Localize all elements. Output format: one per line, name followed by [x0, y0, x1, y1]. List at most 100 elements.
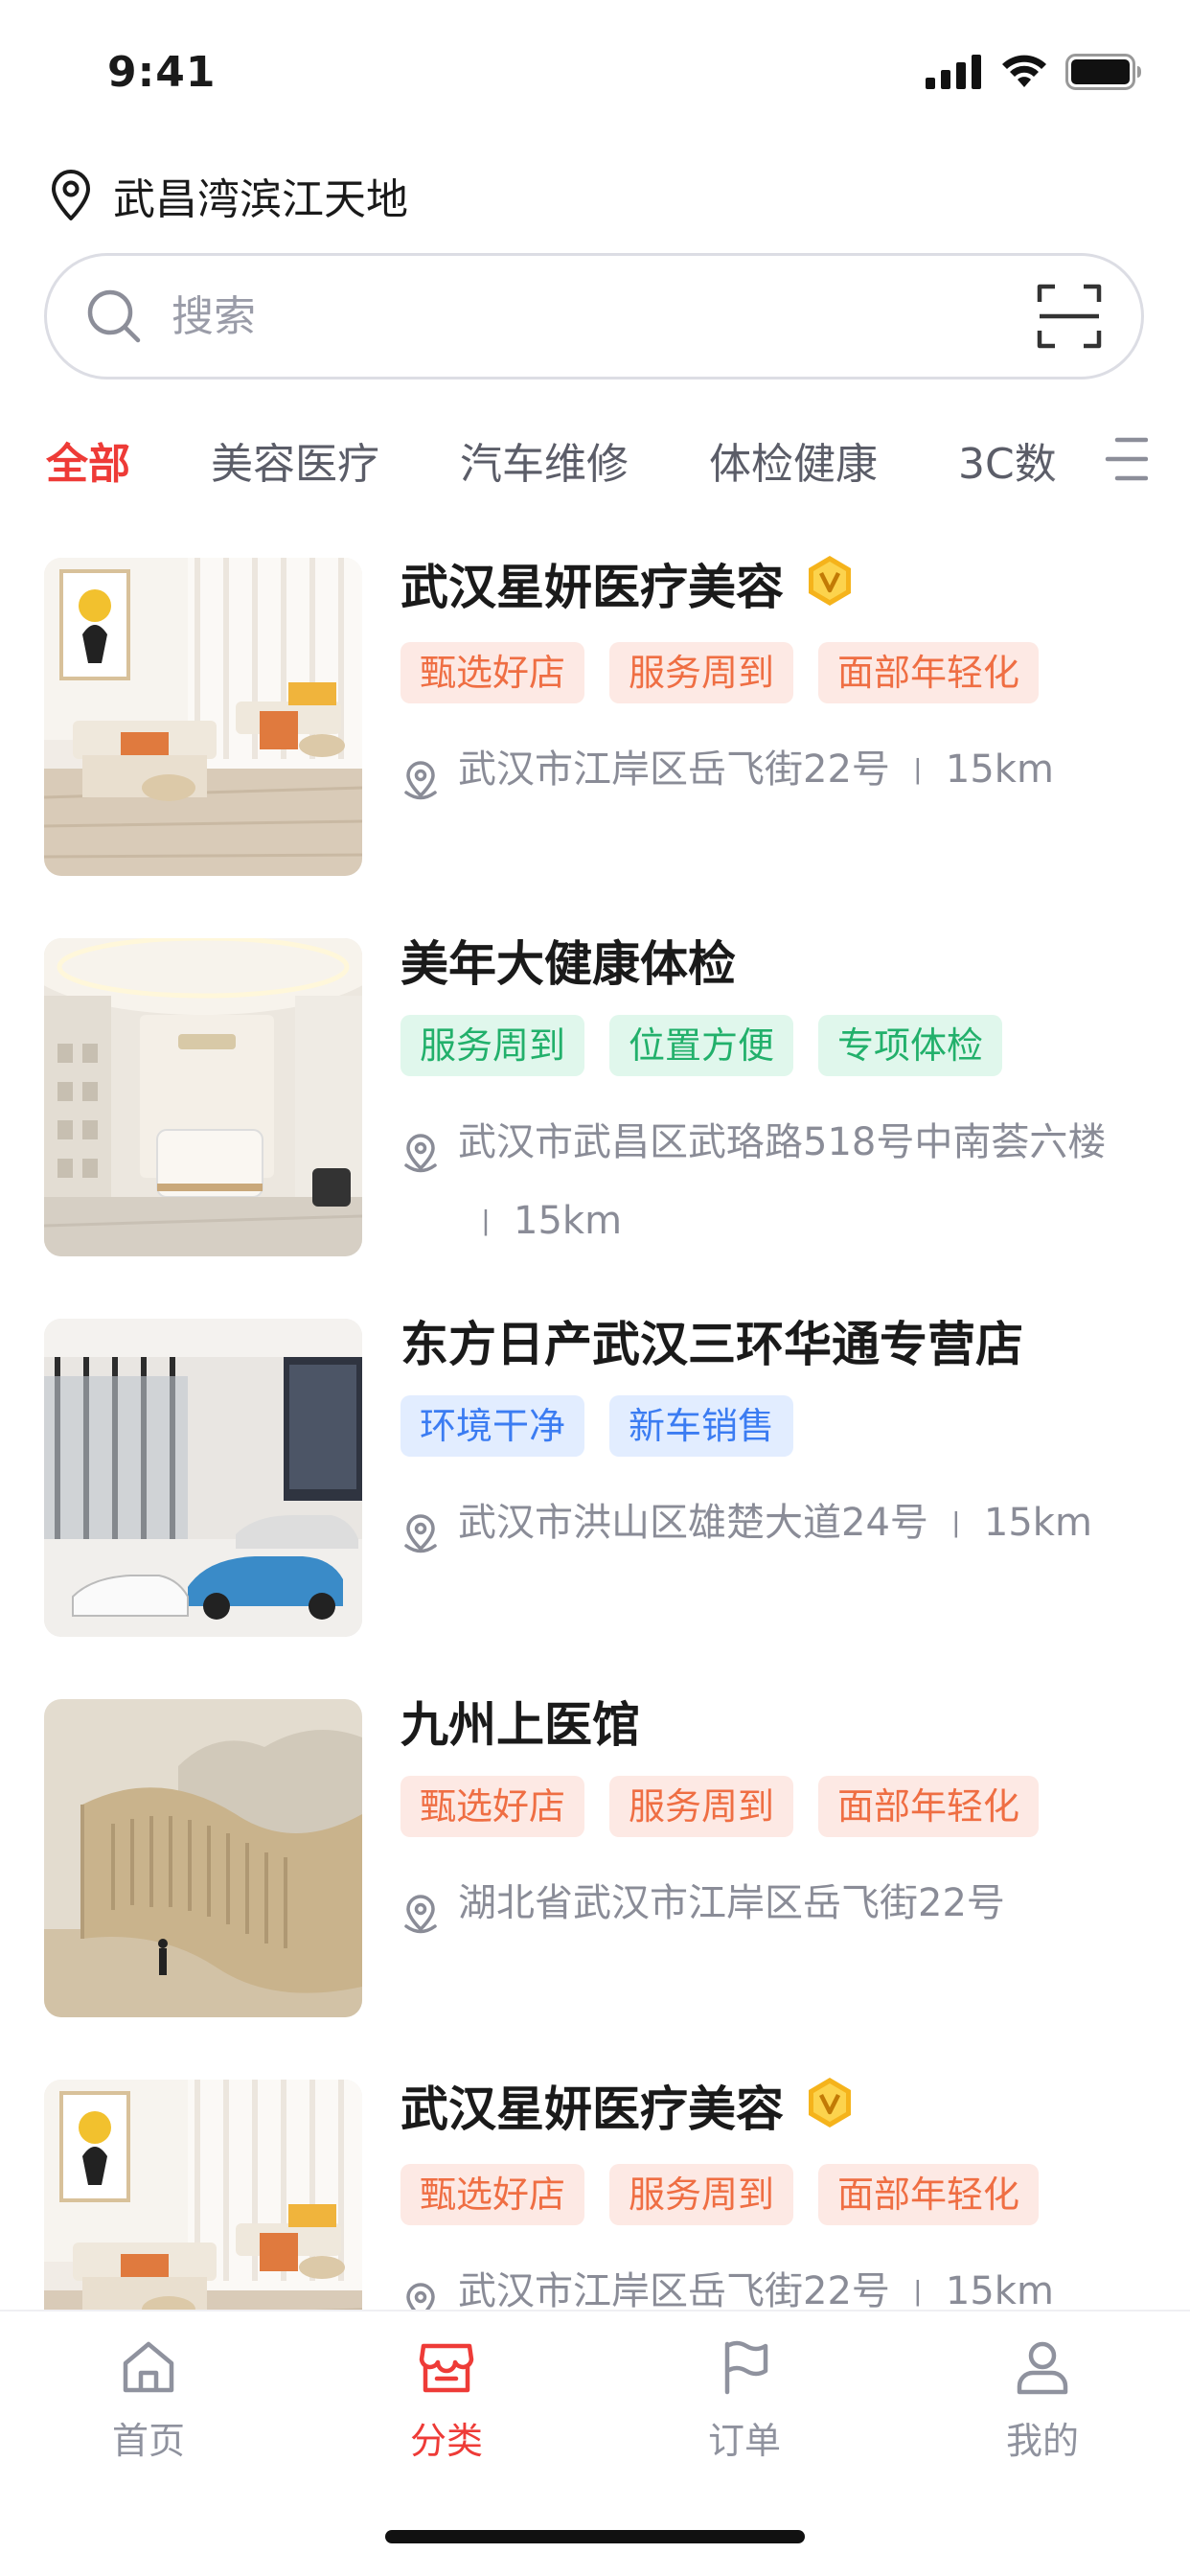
location-name: 武昌湾滨江天地	[113, 175, 408, 224]
store-photo	[44, 1699, 362, 2017]
address-pin-icon	[400, 1122, 441, 1201]
store-card[interactable]: 美年大健康体检服务周到 位置方便 专项体检武汉市武昌区武珞路518号中南荟六楼丨 15…	[0, 934, 1190, 1315]
user-icon	[1017, 2341, 1068, 2395]
store-tag: 甄选好店	[400, 2164, 585, 2225]
tab-beauty-medical[interactable]: 美容医疗	[211, 429, 379, 491]
store-tag: 面部年轻化	[818, 1776, 1040, 1837]
tabbar-profile-label: 我的	[1005, 2420, 1079, 2462]
store-name: 武汉星妍医疗美容	[400, 554, 1148, 621]
store-address: 武汉市江岸区岳飞街22号丨 15km	[400, 2252, 1148, 2310]
address-text: 湖北省武汉市江岸区岳飞街22号	[458, 1881, 1005, 1925]
store-address: 武汉市洪山区雄楚大道24号丨 15km	[400, 1484, 1148, 1581]
store-tag: 环境干净	[400, 1395, 585, 1457]
battery-icon	[1065, 54, 1141, 90]
tabbar-home[interactable]: 首页	[53, 2336, 244, 2464]
distance-text: 15km	[514, 1199, 623, 1243]
status-time: 9:41	[107, 48, 217, 97]
store-name-text: 美年大健康体检	[400, 936, 736, 992]
home-indicator	[385, 2530, 805, 2543]
store-address: 湖北省武汉市江岸区岳飞街22号	[400, 1864, 1148, 1962]
search-icon	[87, 289, 141, 343]
category-menu-icon[interactable]	[1096, 435, 1148, 483]
tab-health-checkup[interactable]: 体检健康	[709, 429, 878, 491]
address-text: 武汉市江岸区岳飞街22号	[458, 2269, 890, 2310]
vip-badge-icon	[803, 554, 857, 621]
store-name-text: 九州上医馆	[400, 1697, 640, 1753]
status-icons	[926, 54, 1142, 90]
store-tags: 甄选好店 服务周到 面部年轻化	[400, 1776, 1148, 1837]
search-input[interactable]	[172, 291, 1036, 341]
store-tag: 甄选好店	[400, 642, 585, 703]
tab-all[interactable]: 全部	[46, 429, 130, 491]
store-name: 美年大健康体检	[400, 934, 1148, 994]
address-text: 武汉市武昌区武珞路518号中南荟六楼	[458, 1120, 1107, 1164]
store-address: 武汉市武昌区武珞路518号中南荟六楼丨 15km	[400, 1103, 1148, 1264]
tab-car-repair[interactable]: 汽车维修	[460, 429, 629, 491]
store-name: 九州上医馆	[400, 1695, 1148, 1755]
store-info: 美年大健康体检服务周到 位置方便 专项体检武汉市武昌区武珞路518号中南荟六楼丨 15…	[400, 934, 1148, 1264]
store-name-text: 武汉星妍医疗美容	[400, 2082, 784, 2137]
store-tag: 服务周到	[609, 1776, 794, 1837]
store-info: 九州上医馆甄选好店 服务周到 面部年轻化湖北省武汉市江岸区岳飞街22号	[400, 1695, 1148, 1962]
address-separator: 丨	[471, 1208, 500, 1241]
wifi-icon	[1002, 55, 1046, 87]
store-tags: 环境干净 新车销售	[400, 1395, 1148, 1457]
address-pin-icon	[400, 749, 441, 828]
store-photo	[44, 938, 362, 1256]
cellular-signal-icon	[926, 55, 981, 89]
tabbar-profile[interactable]: 我的	[947, 2336, 1138, 2464]
store-tag: 专项体检	[818, 1015, 1003, 1076]
store-photo	[44, 558, 362, 876]
store-name-text: 东方日产武汉三环华通专营店	[400, 1317, 1023, 1372]
store-tag: 面部年轻化	[818, 2164, 1040, 2225]
tabbar-orders-label: 订单	[707, 2420, 781, 2462]
address-line: 武汉市武昌区武珞路518号中南荟六楼丨 15km	[458, 1103, 1148, 1264]
location-selector[interactable]: 武昌湾滨江天地	[48, 165, 408, 226]
store-info: 武汉星妍医疗美容甄选好店 服务周到 面部年轻化武汉市江岸区岳飞街22号丨 15km	[400, 2076, 1148, 2310]
store-icon	[419, 2343, 474, 2393]
distance-text: 15km	[945, 748, 1054, 792]
store-tag: 新车销售	[609, 1395, 794, 1457]
store-name: 东方日产武汉三环华通专营店	[400, 1315, 1148, 1374]
address-pin-icon	[400, 2271, 441, 2310]
address-pin-icon	[400, 1503, 441, 1581]
tabbar-category[interactable]: 分类	[351, 2336, 542, 2464]
search-bar[interactable]	[44, 253, 1144, 380]
store-tag: 面部年轻化	[818, 642, 1040, 703]
location-pin-icon	[52, 170, 90, 220]
store-card[interactable]: 九州上医馆甄选好店 服务周到 面部年轻化湖北省武汉市江岸区岳飞街22号	[0, 1695, 1190, 2076]
store-photo	[44, 2080, 362, 2310]
tabbar-orders[interactable]: 订单	[649, 2336, 840, 2464]
store-address: 武汉市江岸区岳飞街22号丨 15km	[400, 730, 1148, 828]
tab-3c-digital[interactable]: 3C数	[958, 429, 1057, 491]
store-tags: 服务周到 位置方便 专项体检	[400, 1015, 1148, 1076]
store-photo	[44, 1319, 362, 1637]
store-name: 武汉星妍医疗美容	[400, 2076, 1148, 2143]
status-bar: 9:41	[0, 0, 1190, 144]
scan-icon[interactable]	[1036, 283, 1103, 350]
store-tag: 服务周到	[400, 1015, 585, 1076]
flag-icon	[724, 2340, 768, 2395]
address-line: 武汉市洪山区雄楚大道24号丨 15km	[458, 1484, 1092, 1566]
address-line: 武汉市江岸区岳飞街22号丨 15km	[458, 730, 1054, 813]
store-card[interactable]: 东方日产武汉三环华通专营店环境干净 新车销售武汉市洪山区雄楚大道24号丨 15km	[0, 1315, 1190, 1695]
vip-badge-icon	[803, 2076, 857, 2143]
distance-text: 15km	[945, 2269, 1054, 2310]
tabbar-category-label: 分类	[409, 2420, 483, 2462]
store-info: 武汉星妍医疗美容 甄选好店 服务周到 面部年轻化 武汉市江岸区岳飞街22号丨 15km	[400, 554, 1148, 828]
store-tag: 服务周到	[609, 642, 794, 703]
home-icon	[123, 2341, 174, 2393]
tabbar-home-label: 首页	[111, 2420, 185, 2462]
address-separator: 丨	[941, 1509, 971, 1543]
store-tags: 甄选好店 服务周到 面部年轻化	[400, 642, 1148, 703]
store-card[interactable]: 武汉星妍医疗美容甄选好店 服务周到 面部年轻化武汉市江岸区岳飞街22号丨 15km	[0, 2076, 1190, 2310]
store-card[interactable]: 武汉星妍医疗美容 甄选好店 服务周到 面部年轻化 武汉市江岸区岳飞街22号丨 15km	[0, 554, 1190, 934]
address-separator: 丨	[903, 756, 932, 790]
store-tag: 位置方便	[609, 1015, 794, 1076]
store-tag: 服务周到	[609, 2164, 794, 2225]
store-tags: 甄选好店 服务周到 面部年轻化	[400, 2164, 1148, 2225]
distance-text: 15km	[983, 1501, 1092, 1545]
address-separator: 丨	[903, 2278, 932, 2310]
address-line: 武汉市江岸区岳飞街22号丨 15km	[458, 2252, 1054, 2310]
address-text: 武汉市洪山区雄楚大道24号	[458, 1501, 928, 1545]
